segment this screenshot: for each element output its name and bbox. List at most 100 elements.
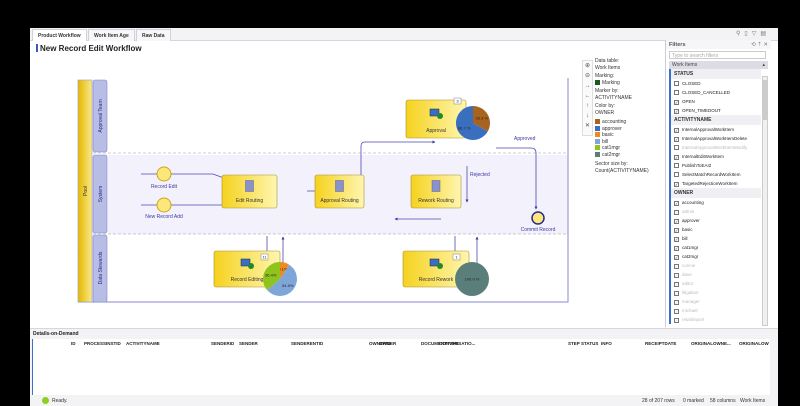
filter-checkbox[interactable]: ✓ dave [671,270,761,279]
column-header[interactable]: SENDERID [211,341,234,346]
pie-slice-label: 33.3 % [476,115,489,120]
filter-checkbox[interactable]: ✓ cat2mgr [671,252,761,261]
filter-checkbox[interactable]: ✓ editor [671,279,761,288]
filter-checkbox[interactable]: ✓ litigation [671,288,761,297]
rejected-label: Rejected [470,172,490,178]
pie-slice-label: 54.5% [282,283,294,288]
filter-checkbox[interactable]: ✓ OPEN_TIMEDOUT [671,106,761,115]
legend-marking: Marking [595,79,649,87]
arrow-up-icon[interactable]: ↑ [583,101,592,111]
task-edit-routing[interactable]: Edit Routing [221,174,278,209]
column-header[interactable]: INFO [601,341,612,346]
filter-checkbox[interactable]: ✓ accounting [671,198,761,207]
column-header[interactable]: RECEIPTDATE [645,341,676,346]
filter-checkbox[interactable]: ✓ manager [671,297,761,306]
filters-panel-controls[interactable]: ⟲ ⇡ ✕ [751,42,768,48]
arrow-left-icon[interactable]: ← [583,91,592,101]
server-icon [335,180,344,192]
app-window: Product Workflow Work Item Age Raw Data … [30,28,778,406]
column-header[interactable]: ORIGINALOW [739,341,769,346]
marked-count: 0 marked [683,398,704,404]
filters-panel: Filters ⟲ ⇡ ✕ Type to search filters Work… [665,40,771,327]
column-header[interactable]: OWNER [379,341,396,346]
filter-checkbox[interactable]: ✓ basic [671,225,761,234]
column-header[interactable]: SENDERENTID [291,341,323,346]
column-header[interactable]: STATUS [581,341,598,346]
filter-checkbox[interactable]: ✓ retailimport [671,315,761,324]
details-table[interactable]: ID PROCESSINSTID ACTIVITYNAME SENDERID SENDE… [32,339,770,395]
filter-checkbox[interactable]: ✓ approver [671,216,761,225]
svg-text:Approval Team: Approval Team [98,99,104,132]
filter-checkbox[interactable]: PublishToEAI2 [671,161,761,170]
row-count: 28 of 207 rows [642,398,675,404]
svg-text:Approval: Approval [426,128,446,134]
filter-checkbox[interactable]: ✓ connie [671,261,761,270]
svg-text:Edit Routing: Edit Routing [236,198,263,204]
arrow-right-icon[interactable]: → [583,81,592,91]
color-swatch [595,119,600,124]
pie-count-label: 3 [453,97,462,105]
column-header[interactable]: PROCESSINSTID [84,341,121,346]
filter-table-selector[interactable]: Work Items ▴ [669,61,768,69]
filter-checkbox[interactable]: CLOSED_CANCELLED [671,88,761,97]
column-header[interactable]: ID [71,341,76,346]
svg-text:Record Rework: Record Rework [419,277,454,283]
filter-group: STATUS CLOSED CLOSED_CANCELLED ✓ OPEN ✓ OPEN_T… [669,69,761,115]
svg-text:Rework Routing: Rework Routing [418,198,454,204]
svg-text:Approval Routing: Approval Routing [320,198,359,204]
filter-checkbox[interactable]: ✓ InternalEditWorkItem [671,152,761,161]
toolbar-icons[interactable]: ⚲▯▽▤ [736,30,770,37]
details-on-demand: Details-on-Demand ID PROCESSINSTID ACTIVIT… [30,328,778,395]
pool: Pool [77,79,93,303]
color-swatch [595,132,600,137]
status-bar: Ready. 28 of 207 rows 0 marked 58 column… [30,395,778,406]
filter-group: OWNER ✓ accounting ✓ admin ✓ approver ✓ basic ✓ bi… [669,188,761,324]
filter-group: ACTIVITYNAME ✓ InternalApprovalWorkItem ✓ In… [669,115,761,188]
filter-checkbox[interactable]: SelectMatchRecordWorkItem [671,170,761,179]
fit-icon[interactable]: ✕ [583,121,592,131]
legend-value: Work Items [595,64,621,71]
filter-checkbox[interactable]: InternalApprovalWorkItemModify [671,143,761,152]
filter-checkbox[interactable]: ✓ michael [671,306,761,315]
filter-checkbox[interactable]: ✓ TargetedRejectionWorkItem [671,179,761,188]
lane-approval-team: Approval Team [92,79,108,153]
svg-text:Commit Record: Commit Record [521,227,556,233]
column-header[interactable]: STEP [568,341,580,346]
filters-header: Filters ⟲ ⇡ ✕ [666,40,771,49]
legend-item[interactable]: cat2mgr [595,151,649,159]
color-swatch [595,145,600,150]
svg-text:Pool: Pool [83,186,89,196]
filter-checkbox[interactable]: ✓ admin [671,207,761,216]
column-header[interactable]: SENDER [239,341,258,346]
task-rework-routing[interactable]: Rework Routing [410,174,462,209]
zoom-out-icon[interactable]: ⊖ [583,71,592,81]
filter-checkbox[interactable]: ✓ InternalApprovalWorkItem [671,125,761,134]
column-header[interactable]: CONVERSATIO... [439,341,475,346]
server-icon [245,180,254,192]
arrow-down-icon[interactable]: ↓ [583,111,592,121]
color-swatch [595,125,600,131]
svg-text:New Record Add: New Record Add [145,214,183,220]
column-header[interactable]: ACTIVITYNAME [126,341,160,346]
column-count: 58 columns [710,398,736,404]
ready-indicator-icon [42,397,49,404]
pie-count-label: 11 [260,253,269,261]
filters-scrollbar[interactable] [762,76,768,326]
filter-checkbox[interactable]: CLOSED [671,79,761,88]
pie-count-label: 1 [452,253,461,261]
pie-slice-label: 36.4% [265,272,277,277]
svg-text:Record Editing: Record Editing [231,277,264,283]
filter-checkbox[interactable]: ✓ bill [671,234,761,243]
zoom-in-icon[interactable]: ⊕ [583,61,592,71]
details-title: Details-on-Demand [33,331,79,337]
filter-checkbox[interactable]: ✓ cat1mgr [671,243,761,252]
diagram-toolbar[interactable]: ⊕ ⊖ → ← ↑ ↓ ✕ [582,60,593,136]
filter-search-input[interactable]: Type to search filters [669,51,766,59]
task-approval-routing[interactable]: Approval Routing [314,174,365,209]
column-header[interactable]: ORIGINALOWNE... [691,341,731,346]
approved-label: Approved [514,136,536,142]
filter-checkbox[interactable]: ✓ InternalApprovalWorkItemDelete [671,134,761,143]
legend: Data table: Work Items Marking: Marking … [595,58,649,174]
svg-text:System: System [98,186,104,203]
filter-checkbox[interactable]: ✓ OPEN [671,97,761,106]
